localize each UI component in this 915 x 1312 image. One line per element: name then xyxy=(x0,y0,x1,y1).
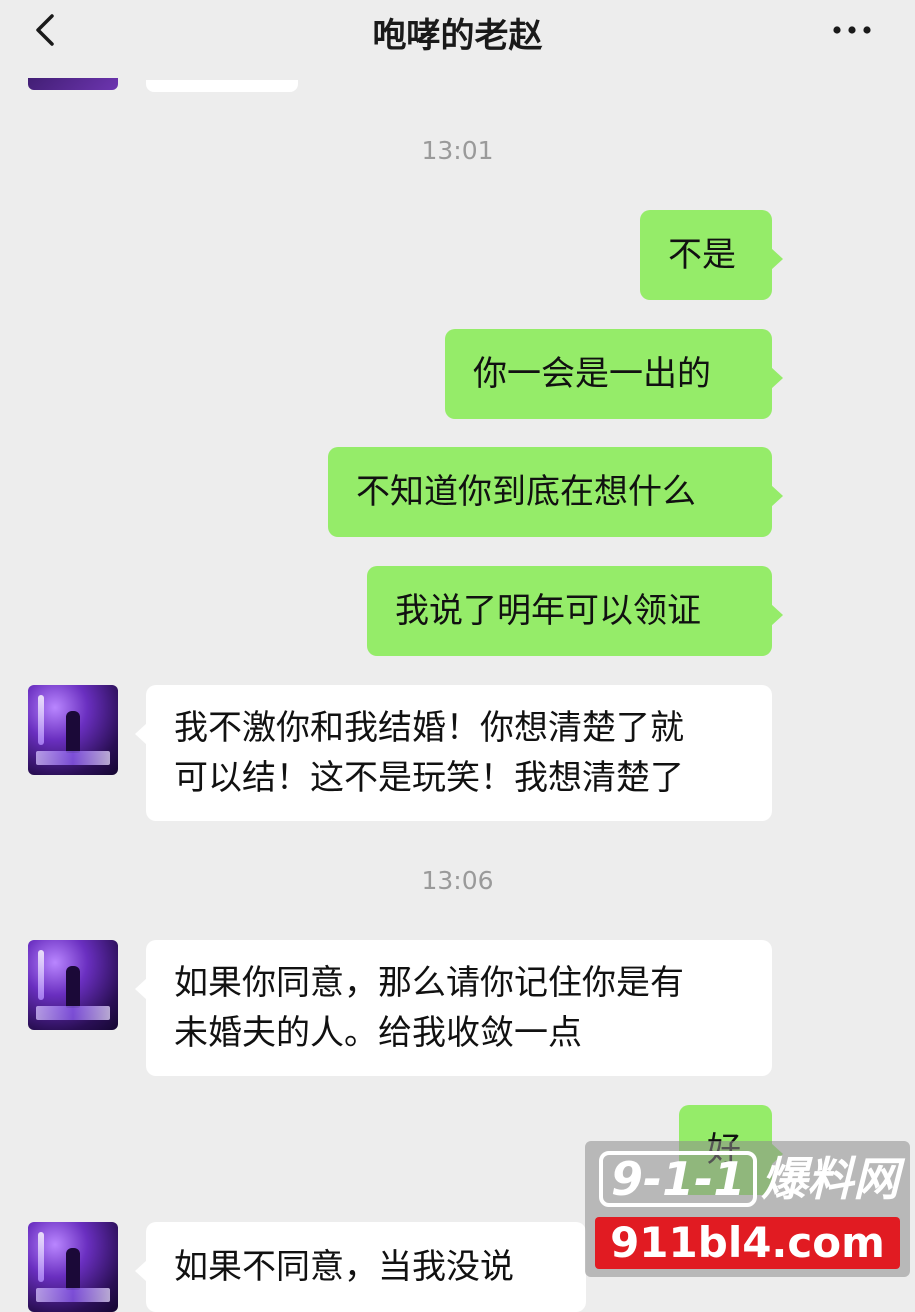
sent-message[interactable]: 不知道你到底在想什么 xyxy=(328,447,783,537)
received-message[interactable]: 我不激你和我结婚！你想清楚了就 可以结！这不是玩笑！我想清楚了 xyxy=(135,685,772,821)
message-text: 如果你同意，那么请你记住你是有 xyxy=(174,963,684,1003)
watermark: 9-1-1 爆料网 911bl4.com xyxy=(585,1141,910,1277)
timestamp: 13:01 xyxy=(421,136,494,165)
watermark-logo-text: 爆料网 xyxy=(761,1152,900,1206)
received-message[interactable]: 如果你同意，那么请你记住你是有 未婚夫的人。给我收敛一点 xyxy=(135,940,772,1076)
watermark-logo: 9-1-1 爆料网 xyxy=(599,1149,899,1209)
message-text: 不知道你到底在想什么 xyxy=(356,472,696,512)
sent-message[interactable]: 不是 xyxy=(640,210,783,300)
message-text: 你一会是一出的 xyxy=(473,354,711,394)
avatar[interactable] xyxy=(28,685,118,775)
sent-message[interactable]: 你一会是一出的 xyxy=(445,329,783,419)
chevron-left-icon[interactable] xyxy=(28,10,68,50)
message-text: 可以结！这不是玩笑！我想清楚了 xyxy=(174,758,684,798)
avatar[interactable] xyxy=(28,1222,118,1312)
message-text: 如果不同意，当我没说 xyxy=(174,1247,514,1287)
message-text: 未婚夫的人。给我收敛一点 xyxy=(174,1013,582,1053)
received-message[interactable]: 如果不同意，当我没说 xyxy=(135,1222,586,1312)
sent-message[interactable]: 我说了明年可以领证 xyxy=(367,566,783,656)
watermark-url: 911bl4.com xyxy=(595,1217,900,1269)
chat-header: 咆哮的老赵 xyxy=(0,0,915,78)
more-dots-icon[interactable] xyxy=(829,12,875,48)
message-text: 不是 xyxy=(668,235,736,275)
message-bubble-partial xyxy=(146,80,298,92)
watermark-logo-box: 9-1-1 xyxy=(599,1151,758,1207)
avatar[interactable] xyxy=(28,940,118,1030)
timestamp: 13:06 xyxy=(421,866,494,895)
message-text: 我说了明年可以领证 xyxy=(395,591,701,631)
message-text: 我不激你和我结婚！你想清楚了就 xyxy=(174,708,684,748)
chat-title: 咆哮的老赵 xyxy=(372,16,543,56)
